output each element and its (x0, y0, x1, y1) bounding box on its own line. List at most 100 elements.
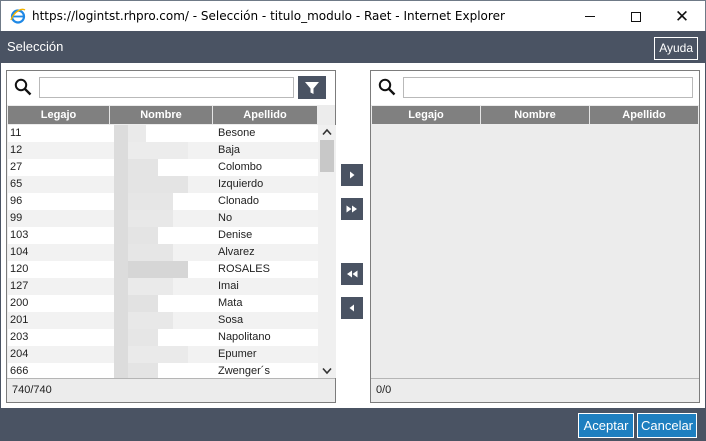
search-icon (14, 78, 32, 96)
cell-legajo: 104 (10, 246, 29, 258)
cell-nombre-redacted (111, 227, 215, 244)
cell-legajo: 204 (10, 348, 29, 360)
remove-selected-button[interactable] (341, 297, 363, 319)
cell-legajo: 666 (10, 365, 29, 377)
table-row[interactable]: 201 Sosa (8, 312, 318, 329)
table-row[interactable]: 204 Epumer (8, 346, 318, 363)
table-row[interactable]: 203 Napolitano (8, 329, 318, 346)
available-grid-header: Legajo Nombre Apellido (8, 106, 317, 124)
available-search-input[interactable] (39, 77, 294, 98)
double-caret-left-icon (347, 270, 358, 278)
available-scrollbar[interactable] (318, 125, 336, 378)
maximize-button[interactable] (613, 1, 659, 32)
chevron-up-icon (322, 128, 332, 136)
caret-right-icon (350, 171, 355, 179)
cell-apellido: Epumer (218, 348, 257, 360)
cell-nombre-redacted (111, 159, 215, 176)
table-row[interactable]: 127 Imai (8, 278, 318, 295)
cell-nombre-redacted (111, 176, 215, 193)
add-all-button[interactable] (341, 198, 363, 220)
cell-nombre-redacted (111, 278, 215, 295)
selected-count: 0/0 (371, 378, 699, 402)
cell-apellido: Colombo (218, 161, 263, 173)
filter-icon (305, 81, 319, 94)
chevron-down-icon (322, 367, 332, 375)
column-header-apellido[interactable]: Apellido (213, 106, 317, 124)
cell-nombre-redacted (111, 244, 215, 261)
caret-left-icon (349, 304, 354, 312)
cell-nombre-redacted (111, 312, 215, 329)
table-row[interactable]: 96 Clonado (8, 193, 318, 210)
available-count: 740/740 (7, 378, 335, 402)
close-button[interactable]: ✕ (659, 1, 705, 32)
column-header-legajo[interactable]: Legajo (8, 106, 110, 124)
double-caret-right-icon (346, 205, 357, 213)
page-title: Selección (7, 39, 64, 54)
column-header-nombre[interactable]: Nombre (110, 106, 213, 124)
table-row[interactable]: 666 Zwenger´s (8, 363, 318, 378)
column-header-apellido[interactable]: Apellido (590, 106, 698, 124)
cell-legajo: 120 (10, 263, 29, 275)
remove-all-button[interactable] (341, 263, 363, 285)
cell-apellido: Denise (218, 229, 253, 241)
cell-apellido: Mata (218, 297, 243, 309)
window-titlebar: https://logintst.rhpro.com/ - Selección … (0, 0, 706, 31)
cell-legajo: 96 (10, 195, 23, 207)
cell-nombre-redacted (111, 295, 215, 312)
app-header: Selección Ayuda (0, 31, 706, 63)
cell-apellido: ROSALES (218, 263, 270, 275)
cell-legajo: 12 (10, 144, 23, 156)
window-title: https://logintst.rhpro.com/ - Selección … (32, 9, 505, 23)
cell-legajo: 200 (10, 297, 29, 309)
table-row[interactable]: 65 Izquierdo (8, 176, 318, 193)
accept-button[interactable]: Aceptar (578, 413, 634, 438)
cell-legajo: 65 (10, 178, 23, 190)
column-header-nombre[interactable]: Nombre (481, 106, 590, 124)
cell-legajo: 203 (10, 331, 29, 343)
scroll-thumb[interactable] (320, 140, 334, 172)
table-row[interactable]: 200 Mata (8, 295, 318, 312)
selected-search-row (371, 71, 699, 105)
cell-legajo: 127 (10, 280, 29, 292)
cell-legajo: 103 (10, 229, 29, 241)
table-row[interactable]: 11 Besone (8, 125, 318, 142)
internet-explorer-icon (10, 8, 26, 24)
minimize-button[interactable] (567, 1, 613, 32)
cell-apellido: Clonado (218, 195, 259, 207)
table-row[interactable]: 12 Baja (8, 142, 318, 159)
close-icon: ✕ (674, 6, 690, 26)
cell-apellido: No (218, 212, 233, 224)
cell-apellido: Alvarez (218, 246, 255, 258)
table-row[interactable]: 104 Alvarez (8, 244, 318, 261)
dialog-footer: Aceptar Cancelar (0, 408, 706, 441)
cell-legajo: 201 (10, 314, 29, 326)
column-header-legajo[interactable]: Legajo (372, 106, 481, 124)
cell-nombre-redacted (111, 261, 215, 278)
cancel-button[interactable]: Cancelar (637, 413, 697, 438)
available-search-row (7, 71, 335, 105)
cell-legajo: 27 (10, 161, 23, 173)
add-selected-button[interactable] (341, 164, 363, 186)
cell-legajo: 11 (10, 127, 22, 139)
minimize-icon (585, 16, 595, 17)
scroll-down-button[interactable] (318, 364, 336, 378)
table-row[interactable]: 103 Denise (8, 227, 318, 244)
cell-apellido: Baja (218, 144, 241, 156)
cell-nombre-redacted (111, 363, 215, 378)
search-icon (378, 78, 396, 96)
selected-search-input[interactable] (403, 77, 693, 98)
cell-nombre-redacted (111, 346, 215, 363)
filter-button[interactable] (298, 76, 326, 99)
cell-nombre-redacted (111, 125, 215, 142)
scroll-up-button[interactable] (318, 125, 336, 139)
table-row[interactable]: 27 Colombo (8, 159, 318, 176)
cell-apellido: Besone (218, 127, 256, 139)
cell-apellido: Sosa (218, 314, 244, 326)
cell-nombre-redacted (111, 210, 215, 227)
cell-legajo: 99 (10, 212, 23, 224)
available-grid-body: 11 Besone 12 Baja 27 Colombo 65 Izquierdo 96… (8, 125, 318, 378)
table-row[interactable]: 120 ROSALES (8, 261, 318, 278)
help-button[interactable]: Ayuda (654, 37, 698, 60)
table-row[interactable]: 99 No (8, 210, 318, 227)
cell-nombre-redacted (111, 329, 215, 346)
